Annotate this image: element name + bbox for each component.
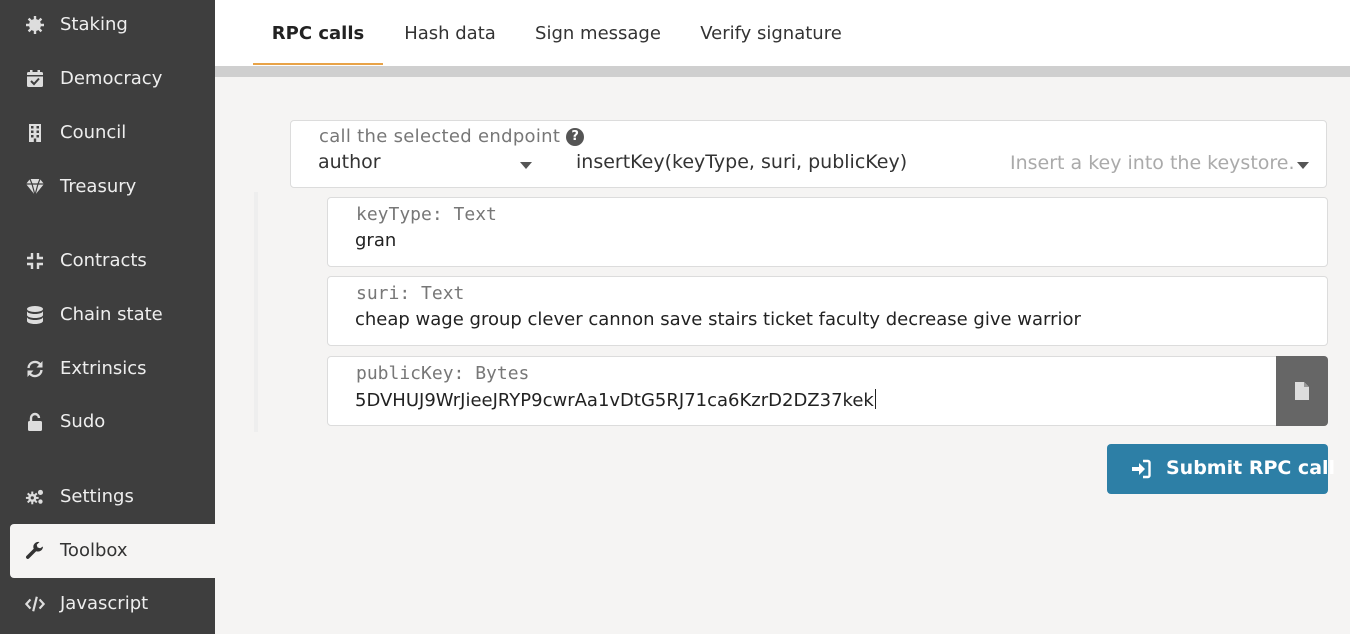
sidebar-item-label: Democracy [60, 68, 163, 90]
gem-icon [24, 176, 46, 198]
sidebar-item-extrinsics[interactable]: Extrinsics [10, 342, 215, 396]
param-input[interactable]: cheap wage group clever cannon save stai… [355, 309, 1081, 330]
param-label: publicKey: Bytes [356, 363, 530, 384]
database-icon [24, 304, 46, 326]
code-icon [24, 593, 46, 615]
tab-rpc-calls[interactable]: RPC calls [253, 0, 383, 66]
sidebar-item-label: Staking [60, 14, 128, 36]
param-input[interactable]: gran [355, 230, 396, 251]
sidebar-item-treasury[interactable]: Treasury [10, 160, 215, 214]
sidebar-item-label: Settings [60, 486, 134, 508]
sign-in-icon [1132, 459, 1151, 479]
tab-bar-divider [215, 66, 1350, 77]
sidebar-item-democracy[interactable]: Democracy [10, 52, 215, 106]
sidebar: Staking Democracy Council Treasury Contr… [0, 0, 215, 634]
sidebar-item-label: Javascript [60, 593, 149, 615]
sidebar-item-settings[interactable]: Settings [10, 470, 215, 524]
sidebar-item-council[interactable]: Council [10, 106, 215, 160]
file-icon [1295, 382, 1309, 400]
sidebar-item-label: Contracts [60, 250, 147, 272]
tab-sign-message[interactable]: Sign message [527, 0, 669, 66]
param-keytype-field[interactable]: keyType: Text gran [327, 197, 1328, 267]
endpoint-selector: call the selected endpoint ? author inse… [290, 120, 1327, 188]
sync-icon [24, 358, 46, 380]
section-dropdown[interactable]: author [318, 151, 381, 173]
file-upload-button[interactable] [1276, 356, 1328, 426]
param-publickey-field[interactable]: publicKey: Bytes 5DVHUJ9WrJieeJRYP9cwrAa… [327, 356, 1328, 426]
sidebar-item-label: Chain state [60, 304, 163, 326]
sidebar-item-label: Toolbox [60, 540, 128, 562]
unlock-icon [24, 411, 46, 433]
endpoint-label-text: call the selected endpoint [319, 126, 561, 147]
tab-label: Sign message [535, 22, 661, 44]
cogs-icon [24, 486, 46, 508]
staking-icon [24, 14, 46, 36]
sidebar-item-chain-state[interactable]: Chain state [10, 288, 215, 342]
param-label: keyType: Text [356, 204, 497, 225]
method-dropdown[interactable]: insertKey(keyType, suri, publicKey) [576, 151, 907, 173]
param-input-text: 5DVHUJ9WrJieeJRYP9cwrAa1vDtG5RJ71ca6KzrD… [355, 390, 874, 411]
sidebar-item-contracts[interactable]: Contracts [10, 234, 215, 288]
sidebar-item-label: Sudo [60, 411, 106, 433]
tab-label: Hash data [404, 22, 496, 44]
tab-bar: RPC calls Hash data Sign message Verify … [215, 0, 1350, 66]
sidebar-item-label: Extrinsics [60, 358, 147, 380]
method-dropdown-value: insertKey(keyType, suri, publicKey) [576, 151, 908, 173]
building-icon [24, 122, 46, 144]
calendar-check-icon [24, 68, 46, 90]
sidebar-item-label: Treasury [60, 176, 137, 198]
wrench-icon [24, 540, 46, 562]
tab-verify-signature[interactable]: Verify signature [689, 0, 853, 66]
submit-rpc-call-button[interactable]: Submit RPC call [1107, 444, 1335, 494]
params-indent-rule [254, 192, 258, 432]
sidebar-item-label: Council [60, 122, 127, 144]
sidebar-item-staking[interactable]: Staking [10, 0, 215, 52]
sidebar-item-sudo[interactable]: Sudo [10, 395, 215, 449]
tab-label: RPC calls [271, 22, 365, 44]
section-dropdown-caret-icon[interactable] [520, 162, 532, 169]
section-dropdown-value: author [318, 151, 381, 173]
sidebar-item-javascript[interactable]: Javascript [10, 577, 215, 631]
tab-hash-data[interactable]: Hash data [393, 0, 507, 66]
endpoint-label: call the selected endpoint ? [319, 126, 585, 147]
param-input[interactable]: 5DVHUJ9WrJieeJRYP9cwrAa1vDtG5RJ71ca6KzrD… [355, 389, 876, 411]
param-suri-field[interactable]: suri: Text cheap wage group clever canno… [327, 276, 1328, 346]
sidebar-item-toolbox[interactable]: Toolbox [10, 524, 215, 578]
submit-label: Submit RPC call [1166, 457, 1336, 479]
method-dropdown-caret-icon[interactable] [1297, 162, 1309, 169]
param-label: suri: Text [356, 283, 465, 304]
method-description: Insert a key into the keystore. [1010, 152, 1295, 174]
compress-icon [24, 250, 46, 272]
tab-label: Verify signature [700, 22, 842, 44]
text-cursor [874, 389, 876, 409]
question-circle-icon[interactable]: ? [566, 127, 585, 146]
